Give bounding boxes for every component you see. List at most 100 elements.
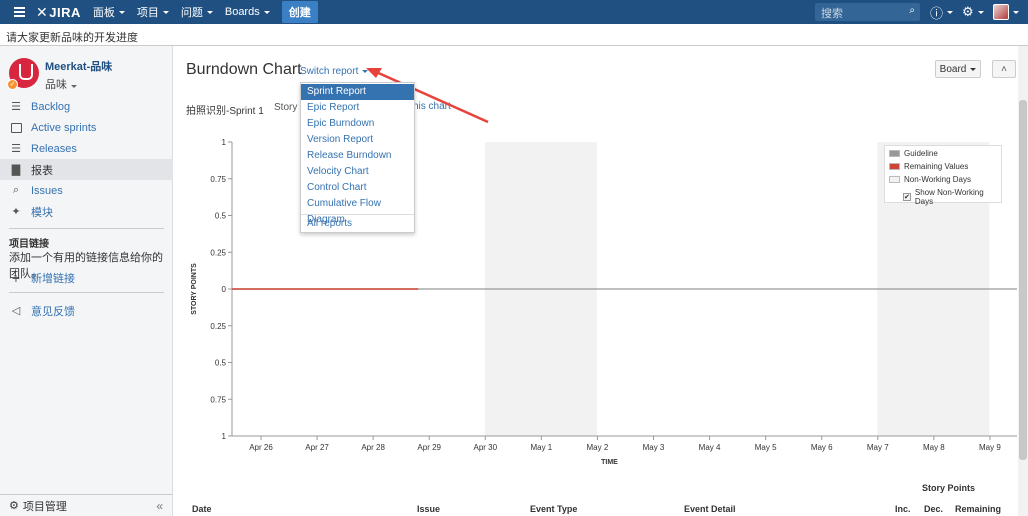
x-tick-label: Apr 28 — [361, 443, 385, 452]
menu-item-epic-report[interactable]: Epic Report — [301, 100, 414, 116]
releases-icon: ☰ — [11, 143, 21, 155]
y-tick-label: 0.75 — [210, 175, 226, 184]
sidebar-item-components[interactable]: ✦ 模块 — [0, 201, 173, 222]
y-tick-label: 0.5 — [215, 212, 227, 221]
column-event-type: Event Type — [530, 504, 578, 514]
switch-report-dropdown[interactable]: Switch report — [300, 66, 369, 77]
column-remaining: Remaining — [955, 504, 1002, 514]
sidebar-divider — [9, 292, 164, 293]
x-tick-label: May 9 — [979, 443, 1001, 452]
legend-swatch — [889, 150, 900, 157]
x-tick-label: Apr 26 — [249, 443, 273, 452]
menu-item-release-burndown[interactable]: Release Burndown — [301, 148, 414, 164]
story-points-group-header: Story Points — [922, 483, 976, 493]
nav-projects[interactable]: 项目 — [137, 4, 169, 20]
x-tick-label: May 8 — [923, 443, 945, 452]
x-tick-label: Apr 27 — [305, 443, 329, 452]
chart-legend: Guideline Remaining Values Non-Working D… — [884, 145, 1002, 206]
menu-item-epic-burndown[interactable]: Epic Burndown — [301, 116, 414, 132]
collapse-sidebar-icon[interactable]: « — [156, 499, 163, 513]
nav-issues[interactable]: 问题 — [181, 4, 213, 20]
column-inc: Inc. — [895, 504, 911, 514]
y-tick-label: 0.5 — [215, 359, 227, 368]
x-tick-label: May 2 — [587, 443, 609, 452]
menu-item-cumulative-flow[interactable]: Cumulative Flow Diagram — [301, 196, 414, 225]
collapse-header-button[interactable]: ˄ — [992, 60, 1016, 78]
issues-icon: ⌕ — [12, 184, 20, 196]
chevron-down-icon — [118, 10, 125, 14]
sidebar-item-releases[interactable]: ☰ Releases — [0, 138, 173, 159]
y-tick-label: 1 — [222, 138, 227, 147]
menu-item-version-report[interactable]: Version Report — [301, 132, 414, 148]
sidebar-item-issues[interactable]: ⌕ Issues — [0, 180, 173, 201]
show-non-working-days-checkbox[interactable]: ✔ Show Non-Working Days — [903, 188, 1001, 206]
x-tick-label: May 6 — [811, 443, 833, 452]
checkbox-icon: ✔ — [903, 193, 911, 201]
menu-item-control-chart[interactable]: Control Chart — [301, 180, 414, 196]
sidebar-divider — [9, 228, 164, 229]
legend-item-remaining: Remaining Values — [889, 161, 968, 172]
legend-swatch — [889, 176, 900, 183]
x-tick-label: May 7 — [867, 443, 889, 452]
y-tick-label: 0 — [222, 285, 227, 294]
y-tick-label: 1 — [222, 432, 227, 441]
scrollbar-thumb[interactable] — [1019, 100, 1027, 460]
gear-icon[interactable]: ⚙ — [962, 4, 984, 20]
page-title: Burndown Chart — [186, 61, 302, 78]
legend-item-non-working: Non-Working Days — [889, 174, 971, 185]
project-header[interactable]: ✓ Meerkat-品味 品味 — [7, 58, 112, 92]
backlog-icon: ☰ — [11, 101, 21, 113]
menu-item-sprint-report[interactable]: Sprint Report — [301, 84, 414, 100]
add-link-button[interactable]: + 新增链接 — [0, 267, 173, 288]
sprints-icon — [9, 122, 23, 134]
create-button[interactable]: 创建 — [281, 1, 318, 23]
search-input[interactable]: 搜索 ⌕ — [815, 3, 920, 21]
legend-swatch — [889, 163, 900, 170]
menu-item-velocity-chart[interactable]: Velocity Chart — [301, 164, 414, 180]
search-icon: ⌕ — [909, 5, 915, 16]
legend-item-guideline: Guideline — [889, 148, 938, 159]
nav-boards[interactable]: Boards — [225, 6, 270, 18]
x-tick-label: Apr 29 — [417, 443, 441, 452]
nav-dashboards[interactable]: 面板 — [93, 4, 125, 20]
x-tick-label: May 3 — [643, 443, 665, 452]
project-type[interactable]: 品味 — [45, 76, 112, 92]
sidebar-item-active-sprints[interactable]: Active sprints — [0, 117, 173, 138]
y-tick-label: 0.25 — [210, 322, 226, 331]
column-issue: Issue — [417, 504, 441, 514]
x-tick-label: Apr 30 — [473, 443, 497, 452]
chevron-down-icon — [162, 10, 169, 14]
reports-icon: ▇ — [11, 164, 21, 176]
menu-item-all-reports[interactable]: All reports — [301, 216, 414, 232]
help-icon[interactable]: ⓘ — [930, 3, 954, 22]
plus-icon: + — [11, 269, 21, 286]
x-tick-label: May 1 — [530, 443, 552, 452]
components-icon: ✦ — [11, 206, 21, 218]
megaphone-icon: ◁ — [11, 305, 21, 317]
board-button[interactable]: Board — [935, 60, 981, 78]
chevron-down-icon — [263, 10, 270, 14]
gear-icon: ⚙ — [9, 500, 19, 512]
project-name[interactable]: Meerkat-品味 — [45, 58, 112, 74]
sidebar-item-backlog[interactable]: ☰ Backlog — [0, 96, 173, 117]
announcement-banner: 请大家更新品味的开发进度 — [0, 24, 1028, 46]
x-axis-label: TIME — [601, 459, 618, 466]
y-axis-label: STORY POINTS — [191, 263, 198, 315]
feedback-link[interactable]: ◁ 意见反馈 — [0, 300, 173, 321]
column-event-detail: Event Detail — [684, 504, 736, 514]
menu-divider — [301, 214, 414, 215]
app-switcher-icon[interactable] — [8, 0, 30, 24]
project-settings-footer[interactable]: ⚙ 项目管理 « — [0, 494, 173, 516]
jira-logo[interactable]: ✕ JIRA — [36, 4, 81, 21]
y-tick-label: 0.25 — [210, 248, 226, 257]
sprint-selector[interactable]: 拍照识别-Sprint 1 — [186, 102, 264, 117]
project-avatar: ✓ — [7, 58, 39, 90]
x-tick-label: May 5 — [755, 443, 777, 452]
project-badge-icon: ✓ — [7, 79, 18, 90]
x-tick-label: May 4 — [699, 443, 721, 452]
sidebar-item-reports[interactable]: ▇ 报表 — [0, 159, 173, 180]
user-avatar[interactable] — [992, 4, 1019, 20]
header-icons: ⓘ ⚙ — [930, 0, 1019, 24]
y-tick-label: 0.75 — [210, 395, 226, 404]
column-date: Date — [192, 504, 212, 514]
